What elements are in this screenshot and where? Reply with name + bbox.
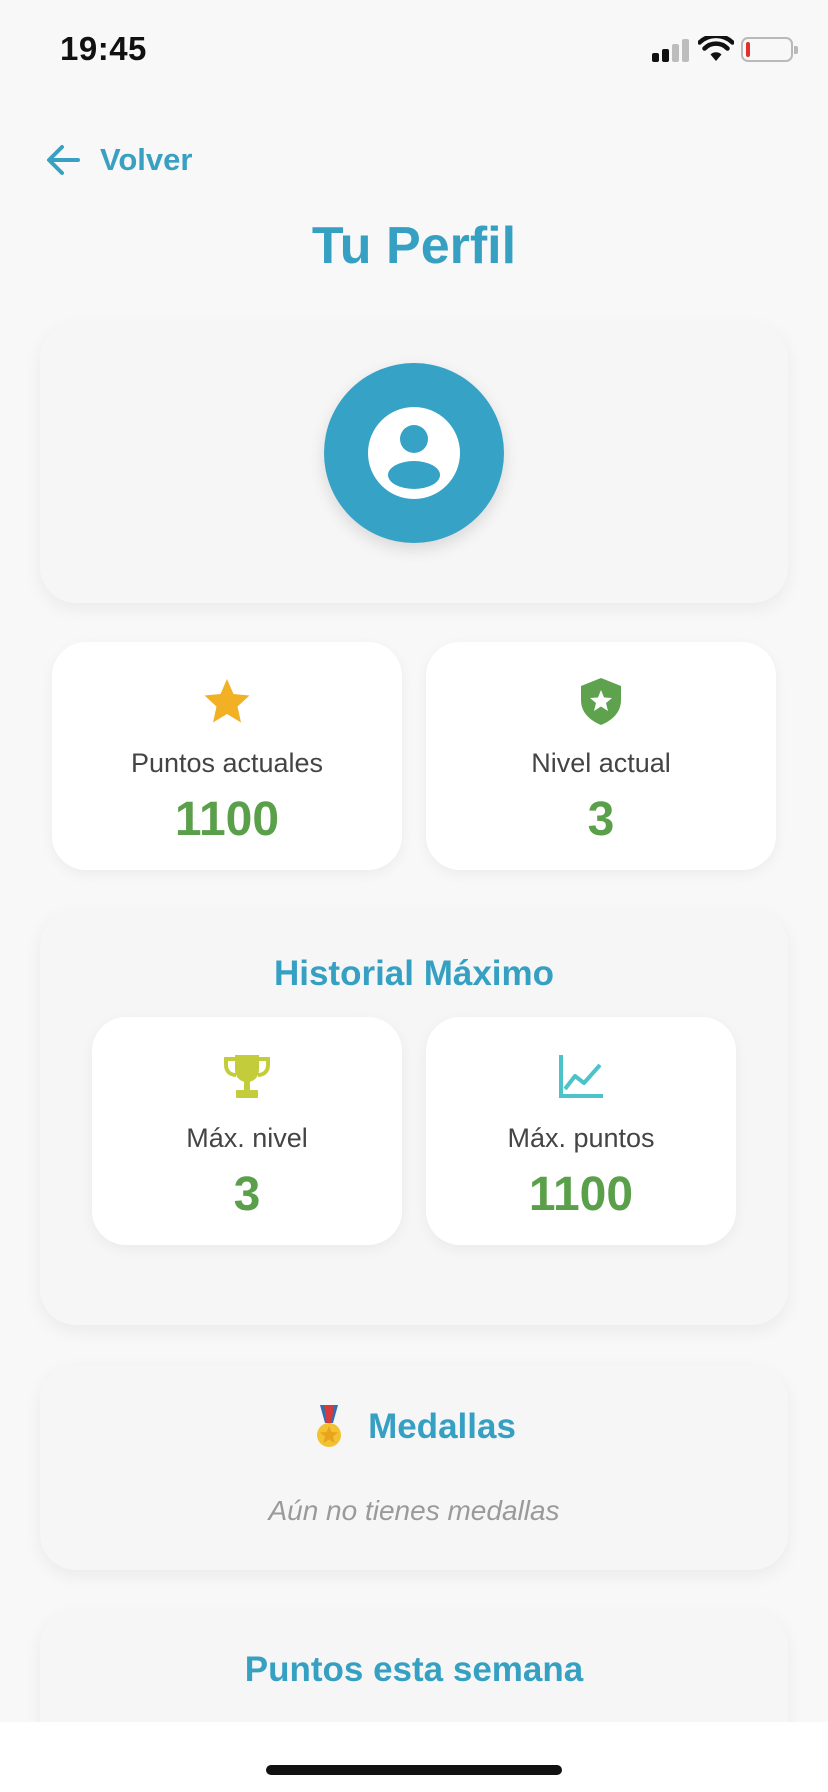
max-points-value: 1100 xyxy=(528,1168,634,1221)
shield-star-icon xyxy=(581,678,621,725)
battery-icon xyxy=(741,37,798,62)
home-indicator[interactable] xyxy=(266,1765,562,1775)
medals-empty-text: Aún no tienes medallas xyxy=(268,1495,560,1526)
star-icon xyxy=(204,679,250,723)
medals-card: Medallas Aún no tienes medallas xyxy=(40,1365,788,1570)
history-card: Historial Máximo Máx. nivel 3 Máx. punto… xyxy=(40,910,788,1325)
back-label: Volver xyxy=(100,142,193,177)
max-level-card: Máx. nivel 3 xyxy=(92,1017,402,1245)
trophy-icon xyxy=(224,1055,270,1098)
max-level-value: 3 xyxy=(233,1168,261,1221)
line-chart-icon xyxy=(559,1055,603,1098)
avatar[interactable] xyxy=(324,363,504,543)
current-points-label: Puntos actuales xyxy=(130,748,324,778)
max-points-card: Máx. puntos 1100 xyxy=(426,1017,736,1245)
max-points-label: Máx. puntos xyxy=(507,1123,655,1153)
bottom-safe-area xyxy=(0,1722,828,1792)
current-level-card: Nivel actual 3 xyxy=(426,642,776,870)
history-title: Historial Máximo xyxy=(273,954,555,993)
back-button[interactable]: Volver xyxy=(44,138,192,182)
signal-icon xyxy=(652,38,690,62)
medals-title: Medallas xyxy=(368,1407,516,1446)
current-level-value: 3 xyxy=(587,793,615,846)
profile-screen: 19:45 Volver Tu Perfil Puntos actuales 1… xyxy=(0,0,828,1792)
medal-icon xyxy=(317,1405,342,1447)
weekly-points-title: Puntos esta semana xyxy=(244,1650,584,1689)
current-level-label: Nivel actual xyxy=(531,748,671,778)
wifi-icon xyxy=(698,36,734,61)
arrow-left-icon xyxy=(47,145,80,175)
medals-header: Medallas xyxy=(40,1405,788,1449)
status-time: 19:45 xyxy=(60,30,147,67)
status-bar: 19:45 xyxy=(0,0,828,100)
user-circle-icon xyxy=(368,407,460,499)
current-points-card: Puntos actuales 1100 xyxy=(52,642,402,870)
avatar-card xyxy=(40,323,788,603)
page-title: Tu Perfil xyxy=(311,217,517,275)
current-points-value: 1100 xyxy=(174,793,280,846)
max-level-label: Máx. nivel xyxy=(186,1123,308,1153)
